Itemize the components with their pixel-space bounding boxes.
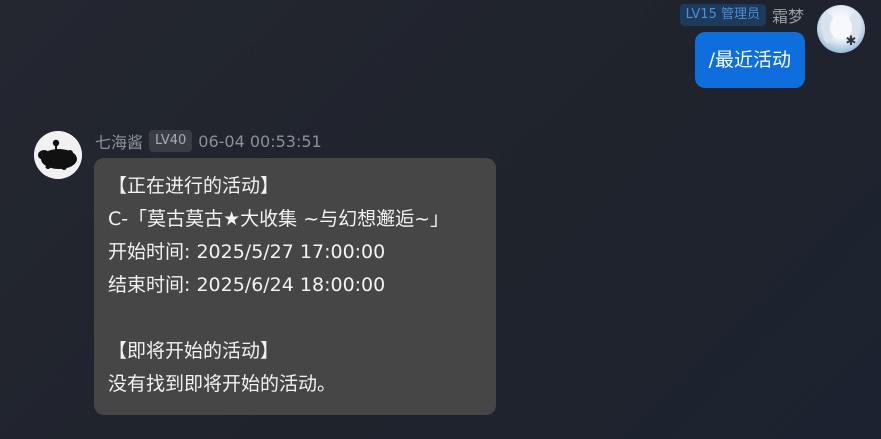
sender-name[interactable]: 霜梦 (772, 3, 804, 27)
message-line-upcoming-none: 没有找到即将开始的活动。 (108, 373, 337, 395)
message-line-end-time: 结束时间: 2025/6/24 18:00:00 (108, 274, 386, 296)
message-line-event-title: C-「莫古莫古★大收集 ~与幻想邂逅~」 (108, 208, 450, 230)
bot-avatar-graphic (34, 131, 82, 179)
incoming-message-header: 七海酱 LV40 06-04 00:53:51 (95, 129, 322, 153)
outgoing-message-header: LV15 管理员 霜梦 (679, 3, 804, 27)
admin-level-badge: LV15 管理员 (679, 4, 766, 26)
avatar-star-icon: ✱ (845, 34, 857, 49)
message-line-start-time: 开始时间: 2025/5/27 17:00:00 (108, 241, 386, 263)
incoming-message-bubble[interactable]: 【正在进行的活动】 C-「莫古莫古★大收集 ~与幻想邂逅~」 开始时间: 202… (94, 158, 496, 415)
outgoing-message-bubble[interactable]: /最近活动 (694, 32, 805, 88)
message-line-upcoming-header: 【即将开始的活动】 (108, 340, 280, 362)
message-timestamp: 06-04 00:53:51 (198, 131, 322, 151)
user-avatar-icon[interactable]: ✱ (817, 5, 865, 53)
outgoing-message: LV15 管理员 霜梦 ✱ /最近活动 (0, 0, 881, 100)
level-badge: LV40 (149, 130, 193, 152)
message-line-blank (108, 302, 482, 335)
bot-avatar-icon[interactable] (34, 131, 82, 179)
sender-name[interactable]: 七海酱 (95, 129, 143, 153)
message-line-ongoing-header: 【正在进行的活动】 (108, 175, 280, 197)
